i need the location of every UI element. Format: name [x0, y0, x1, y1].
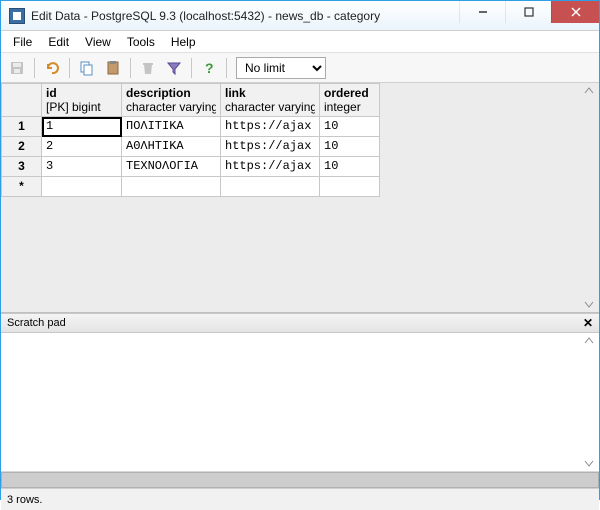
data-grid-area[interactable]: id [PK] bigint description character var… [1, 83, 599, 313]
cell-id[interactable]: 3 [42, 157, 122, 177]
window-buttons [459, 1, 599, 30]
minimize-icon [478, 7, 488, 17]
table-row[interactable]: 3 3 ΤΕΧΝΟΛΟΓΙΑ https://ajax 10 [2, 157, 380, 177]
column-header-ordered[interactable]: ordered integer [320, 84, 380, 117]
scratch-pad-header: Scratch pad ✕ [1, 313, 599, 333]
cell-ordered[interactable]: 10 [320, 137, 380, 157]
row-header-new[interactable]: * [2, 177, 42, 197]
cell-ordered[interactable]: 10 [320, 157, 380, 177]
delete-button[interactable] [136, 56, 160, 80]
scratch-hscroll[interactable] [1, 471, 599, 488]
separator [69, 58, 70, 78]
grid-vscroll[interactable] [583, 85, 597, 310]
table-row[interactable]: 1 1 ΠΟΛΙΤΙΚΑ https://ajax 10 [2, 117, 380, 137]
column-name: link [225, 86, 315, 100]
menu-file[interactable]: File [5, 33, 40, 51]
scroll-up-icon [583, 335, 595, 345]
cell-empty[interactable] [320, 177, 380, 197]
cell-empty[interactable] [42, 177, 122, 197]
cell-empty[interactable] [122, 177, 221, 197]
menu-help[interactable]: Help [163, 33, 204, 51]
row-limit-select[interactable]: No limit [236, 57, 326, 79]
row-header[interactable]: 1 [2, 117, 42, 137]
column-type: [PK] bigint [46, 100, 117, 114]
app-icon [9, 8, 25, 24]
filter-button[interactable] [162, 56, 186, 80]
separator [191, 58, 192, 78]
help-icon: ? [201, 60, 217, 76]
undo-button[interactable] [40, 56, 64, 80]
copy-button[interactable] [75, 56, 99, 80]
undo-icon [44, 60, 60, 76]
menu-view[interactable]: View [77, 33, 119, 51]
cell-description[interactable]: ΑΘΛΗΤΙΚΑ [122, 137, 221, 157]
window-titlebar: Edit Data - PostgreSQL 9.3 (localhost:54… [1, 1, 599, 31]
column-type: character varying [225, 100, 315, 114]
trash-icon [140, 60, 156, 76]
minimize-button[interactable] [459, 1, 505, 23]
floppy-icon [9, 60, 25, 76]
close-button[interactable] [551, 1, 599, 23]
funnel-icon [166, 60, 182, 76]
row-header[interactable]: 3 [2, 157, 42, 177]
column-name: id [46, 86, 117, 100]
help-toolbar-button[interactable]: ? [197, 56, 221, 80]
scroll-down-icon [583, 459, 595, 469]
copy-icon [79, 60, 95, 76]
row-header[interactable]: 2 [2, 137, 42, 157]
save-button[interactable] [5, 56, 29, 80]
column-header-link[interactable]: link character varying [221, 84, 320, 117]
menubar: File Edit View Tools Help [1, 31, 599, 53]
scroll-down-icon [583, 300, 595, 310]
scratch-vscroll[interactable] [583, 335, 597, 469]
paste-icon [105, 60, 121, 76]
hscroll-thumb[interactable] [1, 472, 599, 488]
separator [34, 58, 35, 78]
data-grid[interactable]: id [PK] bigint description character var… [1, 83, 380, 197]
column-type: character varying [126, 100, 216, 114]
column-type: integer [324, 100, 375, 114]
window-title: Edit Data - PostgreSQL 9.3 (localhost:54… [31, 9, 459, 23]
paste-button[interactable] [101, 56, 125, 80]
cell-link[interactable]: https://ajax [221, 137, 320, 157]
scratch-pad-close-button[interactable]: ✕ [583, 316, 593, 330]
statusbar: 3 rows. [1, 488, 599, 510]
menu-tools[interactable]: Tools [119, 33, 163, 51]
close-icon [571, 7, 581, 17]
table-row-new[interactable]: * [2, 177, 380, 197]
maximize-button[interactable] [505, 1, 551, 23]
cell-description[interactable]: ΠΟΛΙΤΙΚΑ [122, 117, 221, 137]
corner-header[interactable] [2, 84, 42, 117]
separator [226, 58, 227, 78]
cell-link[interactable]: https://ajax [221, 117, 320, 137]
cell-id[interactable]: 1 [42, 117, 122, 137]
maximize-icon [524, 7, 534, 17]
cell-link[interactable]: https://ajax [221, 157, 320, 177]
separator [130, 58, 131, 78]
column-header-description[interactable]: description character varying [122, 84, 221, 117]
menu-edit[interactable]: Edit [40, 33, 77, 51]
column-name: ordered [324, 86, 375, 100]
table-row[interactable]: 2 2 ΑΘΛΗΤΙΚΑ https://ajax 10 [2, 137, 380, 157]
cell-description[interactable]: ΤΕΧΝΟΛΟΓΙΑ [122, 157, 221, 177]
scratch-pad-title: Scratch pad [7, 317, 66, 329]
cell-ordered[interactable]: 10 [320, 117, 380, 137]
scroll-up-icon [583, 85, 595, 95]
scratch-pad-body[interactable] [1, 333, 599, 471]
column-name: description [126, 86, 216, 100]
column-header-id[interactable]: id [PK] bigint [42, 84, 122, 117]
toolbar: ? No limit [1, 53, 599, 83]
cell-empty[interactable] [221, 177, 320, 197]
svg-text:?: ? [205, 60, 214, 76]
cell-id[interactable]: 2 [42, 137, 122, 157]
